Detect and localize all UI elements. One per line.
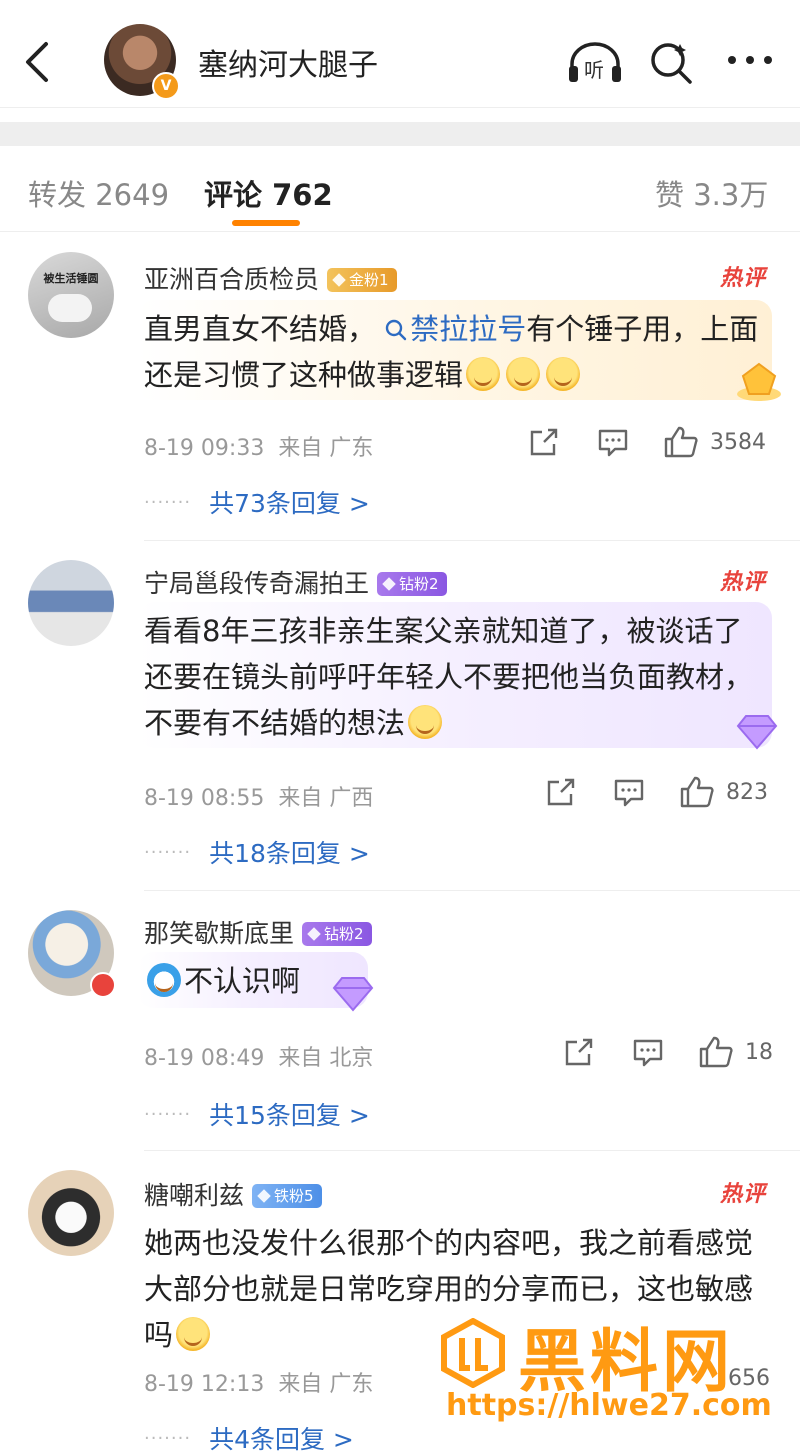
comment-username[interactable]: 那笑歇斯底里 钻粉2	[144, 914, 372, 950]
comment-username[interactable]: 糖嘲利兹 铁粉5	[144, 1176, 322, 1212]
hashtag-link[interactable]: 禁拉拉号	[385, 312, 526, 346]
back-arrow-icon[interactable]	[18, 38, 58, 86]
top-nav-bar: V 塞纳河大腿子 听	[0, 0, 800, 108]
like-count: 823	[726, 780, 768, 805]
tab-comments[interactable]: 评论 762	[204, 172, 333, 214]
comment-time: 8-19 09:33	[144, 436, 265, 461]
laugh-cry-emoji-icon	[176, 1317, 211, 1351]
fan-badge: 金粉1	[327, 268, 397, 292]
share-icon[interactable]	[545, 778, 577, 808]
listen-label[interactable]: 听	[584, 54, 604, 83]
comment-item: 宁局邕段传奇漏拍王 钻粉2 热评 看看8年三孩非亲生案父亲就知道了，被谈话了还要在…	[0, 540, 800, 890]
comment-bubble: 直男直女不结婚， 禁拉拉号有个锤子用，上面还是习惯了这种做事逻辑	[138, 300, 772, 400]
comment-meta: 8-19 12:13 来自 广东	[144, 1366, 373, 1398]
view-replies-link[interactable]: ······· 共18条回复 >	[144, 834, 370, 870]
comment-meta: 8-19 08:49 来自 北京	[144, 1040, 373, 1072]
comment-text: 看看8年三孩非亲生案父亲就知道了，被谈话了还要在镜头前呼吁年轻人不要把他当负面教…	[144, 614, 754, 740]
comment-bubble: 看看8年三孩非亲生案父亲就知道了，被谈话了还要在镜头前呼吁年轻人不要把他当负面教…	[138, 602, 772, 748]
laugh-cry-emoji-icon	[408, 705, 443, 739]
gold-fan-decoration-icon	[737, 362, 781, 401]
dots-divider: ·······	[144, 842, 192, 863]
share-icon[interactable]	[528, 428, 560, 458]
username-text[interactable]: 那笑歇斯底里	[144, 919, 294, 948]
gem-icon	[332, 273, 346, 287]
comment-location: 来自 北京	[278, 1046, 374, 1071]
view-replies-link[interactable]: ······· 共73条回复 >	[144, 484, 370, 520]
username-text[interactable]: 宁局邕段传奇漏拍王	[144, 569, 369, 598]
comment-meta: 8-19 08:55 来自 广西	[144, 780, 373, 812]
comment-icon[interactable]	[613, 778, 645, 808]
comment-time: 8-19 08:49	[144, 1046, 265, 1071]
gem-icon	[257, 1189, 271, 1203]
fan-badge: 铁粉5	[252, 1184, 322, 1208]
gem-icon	[382, 577, 396, 591]
comment-meta: 8-19 09:33 来自 广东	[144, 430, 373, 462]
username-text[interactable]: 亚洲百合质检员	[144, 265, 319, 294]
comment-location: 来自 广东	[278, 436, 374, 461]
search-icon[interactable]	[648, 40, 694, 86]
tab-likes[interactable]: 赞 3.3万	[655, 172, 768, 214]
smile-emoji-icon	[466, 357, 501, 391]
hot-comment-label: 热评	[720, 266, 767, 291]
comment-location: 来自 广西	[278, 786, 374, 811]
like-icon[interactable]	[664, 426, 698, 458]
page-title[interactable]: 塞纳河大腿子	[198, 40, 378, 84]
comment-icon[interactable]	[632, 1038, 664, 1068]
diamond-fan-decoration-icon	[736, 715, 778, 750]
view-replies-link[interactable]: ······· 共15条回复 >	[144, 1096, 370, 1132]
avatar-caption: 被生活锤圆	[43, 272, 99, 285]
view-replies-link[interactable]: ······· 共4条回复 >	[144, 1420, 354, 1454]
username-text[interactable]: 糖嘲利兹	[144, 1181, 244, 1210]
comment-text: 直男直女不结婚， 禁拉拉号有个锤子用，上面还是习惯了这种做事逻辑	[144, 312, 759, 392]
watermark-logo-icon	[441, 1318, 505, 1388]
verified-badge: V	[152, 72, 180, 100]
gem-icon	[307, 927, 321, 941]
watermark-url: https://hlwe27.com	[446, 1388, 772, 1423]
like-icon[interactable]	[699, 1036, 733, 1068]
dots-divider: ·······	[144, 1104, 192, 1125]
like-count: 18	[745, 1040, 773, 1065]
comment-item: 被生活锤圆 亚洲百合质检员 金粉1 热评 直男直女不结婚， 禁拉拉号有个锤子用，上…	[0, 232, 800, 532]
like-count: 3584	[710, 430, 766, 455]
comment-time: 8-19 08:55	[144, 786, 265, 811]
search-icon	[386, 319, 407, 341]
smile-emoji-icon	[546, 357, 581, 391]
comment-location: 来自 广东	[278, 1372, 374, 1397]
smile-emoji-icon	[506, 357, 541, 391]
share-icon[interactable]	[563, 1038, 595, 1068]
tab-bar: 转发 2649 评论 762 赞 3.3万	[0, 146, 800, 232]
commenter-avatar[interactable]	[28, 560, 114, 646]
commenter-avatar[interactable]	[28, 910, 116, 998]
comment-username[interactable]: 亚洲百合质检员 金粉1	[144, 260, 397, 296]
dots-divider: ·······	[144, 492, 192, 513]
commenter-avatar[interactable]: 被生活锤圆	[28, 252, 114, 338]
doraemon-emoji-icon	[147, 963, 181, 997]
diamond-fan-decoration-icon	[332, 977, 374, 1012]
like-icon[interactable]	[680, 776, 714, 808]
tab-reposts[interactable]: 转发 2649	[28, 172, 169, 214]
commenter-avatar[interactable]	[28, 1170, 114, 1256]
section-divider	[0, 122, 800, 146]
comment-username[interactable]: 宁局邕段传奇漏拍王 钻粉2	[144, 564, 447, 600]
user-badge-icon	[90, 972, 116, 998]
fan-badge: 钻粉2	[377, 572, 447, 596]
comment-icon[interactable]	[597, 428, 629, 458]
comment-time: 8-19 12:13	[144, 1372, 265, 1397]
more-icon[interactable]	[726, 48, 774, 72]
active-tab-indicator	[232, 220, 300, 226]
hot-comment-label: 热评	[720, 570, 767, 595]
dots-divider: ·······	[144, 1428, 192, 1449]
fan-badge: 钻粉2	[302, 922, 372, 946]
hot-comment-label: 热评	[720, 1182, 767, 1207]
comment-text: 不认识啊	[144, 958, 360, 1004]
comment-item: 那笑歇斯底里 钻粉2 不认识啊 8-19 08:49 来自 北京 18 ·····…	[0, 890, 800, 1150]
